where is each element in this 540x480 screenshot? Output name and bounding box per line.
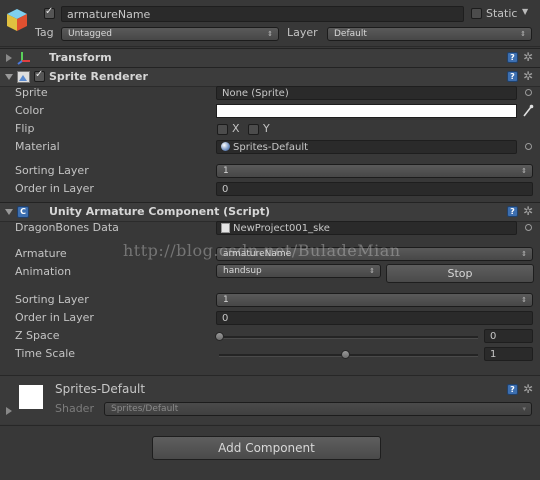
dropdown-arrow-icon: ⇕	[267, 30, 273, 38]
watermark-text: http://blog.csdn.net/BuladeMian	[123, 241, 401, 260]
add-component-button[interactable]: Add Component	[152, 436, 381, 460]
object-picker-icon[interactable]	[525, 89, 532, 96]
armature-component-header[interactable]: C Unity Armature Component (Script) ? ✲	[0, 202, 540, 222]
armature-order-in-layer-label: Order in Layer	[15, 311, 94, 324]
static-label: Static	[486, 7, 518, 20]
help-icon[interactable]: ?	[507, 384, 518, 395]
foldout-expanded-icon[interactable]	[5, 209, 13, 215]
shader-label: Shader	[55, 402, 94, 415]
flip-x-label: X	[232, 122, 240, 135]
eyedropper-icon[interactable]	[522, 104, 534, 118]
sprite-renderer-enabled-checkbox[interactable]	[34, 69, 45, 82]
material-sphere-icon	[221, 142, 230, 151]
text-asset-icon	[221, 223, 230, 233]
section-divider	[0, 425, 540, 426]
foldout-collapsed-icon[interactable]	[6, 54, 12, 62]
timescale-label: Time Scale	[15, 347, 76, 360]
animation-dropdown[interactable]: handsup ⇕	[216, 264, 381, 278]
zspace-field[interactable]: 0	[484, 329, 533, 343]
static-checkbox[interactable]	[471, 8, 482, 19]
sprite-renderer-title: Sprite Renderer	[49, 70, 148, 83]
gameobject-name-field[interactable]: armatureName	[61, 6, 464, 22]
tag-dropdown[interactable]: Untagged ⇕	[61, 27, 279, 41]
color-label: Color	[15, 104, 44, 117]
foldout-expanded-icon[interactable]	[5, 74, 13, 80]
transform-axis-icon	[17, 52, 30, 65]
flip-y-label: Y	[263, 122, 270, 135]
layer-label: Layer	[287, 26, 318, 39]
active-checkbox[interactable]	[44, 6, 55, 19]
sprite-field[interactable]: None (Sprite)	[216, 86, 517, 100]
transform-title: Transform	[49, 51, 112, 64]
object-picker-icon[interactable]	[525, 224, 532, 231]
sorting-layer-label: Sorting Layer	[15, 164, 89, 177]
order-in-layer-label: Order in Layer	[15, 182, 94, 195]
dropdown-arrow-icon: ⇕	[521, 296, 527, 304]
dropdown-arrow-icon: ⇕	[369, 267, 375, 275]
sprite-renderer-header[interactable]: Sprite Renderer ? ✲	[0, 67, 540, 87]
dropdown-arrow-icon: ⇕	[521, 250, 527, 258]
armature-label: Armature	[15, 247, 67, 260]
script-icon: C	[17, 206, 29, 218]
flip-label: Flip	[15, 122, 35, 135]
flip-y-checkbox[interactable]	[248, 124, 259, 135]
gameobject-header: armatureName Static ▼ Tag Untagged⇕ Laye…	[0, 0, 540, 47]
layer-dropdown[interactable]: Default ⇕	[327, 27, 532, 41]
dragonbones-data-field[interactable]: NewProject001_ske	[216, 221, 517, 235]
stop-button[interactable]: Stop	[386, 264, 534, 283]
dragonbones-data-label: DragonBones Data	[15, 221, 119, 234]
transform-header[interactable]: Transform ? ✲	[0, 48, 540, 68]
timescale-field[interactable]: 1	[484, 347, 533, 361]
material-field[interactable]: Sprites-Default	[216, 140, 517, 154]
material-footer: Sprites-Default Shader Sprites/Default ▾ …	[0, 376, 540, 424]
dropdown-arrow-icon: ⇕	[521, 167, 527, 175]
gameobject-cube-icon	[7, 9, 27, 31]
zspace-slider-thumb[interactable]	[215, 332, 224, 341]
gear-icon[interactable]: ✲	[523, 70, 535, 82]
animation-label: Animation	[15, 265, 72, 278]
sprite-label: Sprite	[15, 86, 48, 99]
zspace-slider-track[interactable]	[219, 336, 478, 339]
dropdown-arrow-icon: ⇕	[520, 30, 526, 38]
help-icon[interactable]: ?	[507, 52, 518, 63]
help-icon[interactable]: ?	[507, 71, 518, 82]
dropdown-arrow-icon: ▾	[522, 405, 526, 413]
sprite-renderer-icon	[17, 71, 30, 83]
armature-sorting-layer-dropdown[interactable]: 1 ⇕	[216, 293, 533, 307]
armature-component-title: Unity Armature Component (Script)	[49, 205, 270, 218]
timescale-slider-thumb[interactable]	[341, 350, 351, 359]
static-dropdown-icon[interactable]: ▼	[522, 7, 528, 16]
shader-dropdown: Sprites/Default ▾	[104, 402, 532, 416]
gear-icon[interactable]: ✲	[523, 205, 535, 217]
tag-label: Tag	[35, 26, 54, 39]
object-picker-icon[interactable]	[525, 143, 532, 150]
color-swatch[interactable]	[216, 104, 517, 118]
material-preview-swatch	[19, 385, 43, 409]
gear-icon[interactable]: ✲	[523, 51, 535, 63]
foldout-collapsed-icon[interactable]	[6, 407, 12, 415]
help-icon[interactable]: ?	[507, 206, 518, 217]
flip-x-checkbox[interactable]	[217, 124, 228, 135]
material-footer-name: Sprites-Default	[55, 382, 146, 396]
order-in-layer-field[interactable]: 0	[216, 182, 533, 196]
zspace-label: Z Space	[15, 329, 60, 342]
gear-icon[interactable]: ✲	[523, 383, 535, 395]
inspector-panel: { "object": { "name": "armatureName", "s…	[0, 0, 540, 480]
armature-order-in-layer-field[interactable]: 0	[216, 311, 533, 325]
material-label: Material	[15, 140, 60, 153]
armature-sorting-layer-label: Sorting Layer	[15, 293, 89, 306]
sorting-layer-dropdown[interactable]: 1 ⇕	[216, 164, 533, 178]
